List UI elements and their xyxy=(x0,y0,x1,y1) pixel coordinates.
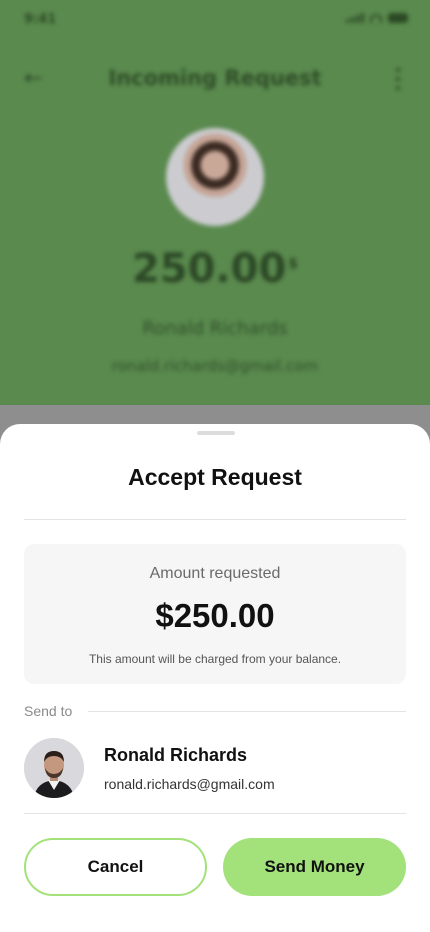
battery-icon xyxy=(388,13,408,23)
sheet-title: Accept Request xyxy=(128,464,302,490)
status-bar: 9:41 xyxy=(0,0,430,44)
status-icons xyxy=(346,13,408,23)
more-vertical-icon xyxy=(396,68,400,90)
recipient-name: Ronald Richards xyxy=(104,745,248,765)
send-money-button[interactable]: Send Money xyxy=(223,838,406,896)
recipient-email: ronald.richards@gmail.com xyxy=(104,776,275,792)
title-divider xyxy=(24,519,406,520)
amount-note: This amount will be charged from your ba… xyxy=(88,652,342,666)
background-header-title: Incoming Request xyxy=(108,66,322,90)
sheet-drag-handle[interactable] xyxy=(197,431,235,435)
background-amount-value: 250.00 xyxy=(131,246,287,292)
background-avatar xyxy=(166,128,264,226)
background-amount: 250.00 $ xyxy=(0,246,430,292)
signal-icon xyxy=(346,13,364,23)
cancel-button-label: Cancel xyxy=(87,857,144,876)
background-name: Ronald Richards xyxy=(142,318,288,339)
amount-value: $250.00 xyxy=(155,597,275,634)
recipient-avatar xyxy=(24,738,84,798)
cancel-button[interactable]: Cancel xyxy=(24,838,207,896)
wifi-icon xyxy=(370,14,382,23)
recipient-divider xyxy=(24,813,406,814)
background-currency-symbol: $ xyxy=(288,255,299,272)
send-money-button-label: Send Money xyxy=(264,857,365,876)
amount-label: Amount requested xyxy=(149,565,281,582)
person-avatar-icon xyxy=(24,738,84,798)
send-to-divider xyxy=(88,711,406,712)
send-to-label: Send to xyxy=(24,703,73,719)
background-header: ← Incoming Request xyxy=(0,60,430,100)
accept-request-sheet: Accept Request Amount requested $250.00 … xyxy=(0,424,430,932)
background-email: ronald.richards@gmail.com xyxy=(111,357,319,375)
amount-card: Amount requested $250.00 This amount wil… xyxy=(24,544,406,684)
status-time: 9:41 xyxy=(24,12,57,27)
